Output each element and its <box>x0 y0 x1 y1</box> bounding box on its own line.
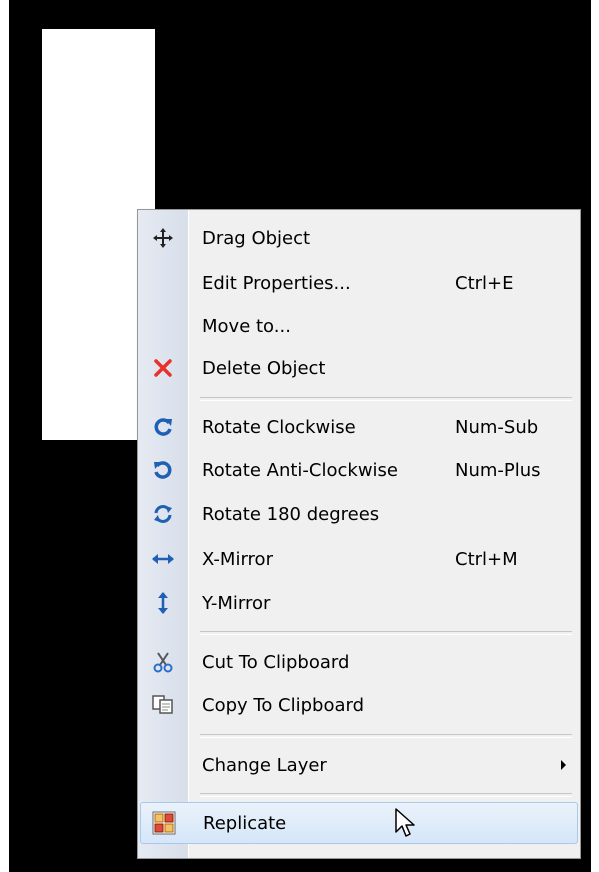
menu-item-label: Edit Properties... <box>202 272 351 294</box>
menu-item-label: Drag Object <box>202 227 311 249</box>
menu-item-delete-object[interactable]: Delete Object <box>140 353 578 383</box>
context-menu: Drag Object Edit Properties... Ctrl+E Mo… <box>137 209 581 859</box>
menu-item-shortcut: Ctrl+E <box>455 272 514 294</box>
menu-item-edit-properties[interactable]: Edit Properties... Ctrl+E <box>140 268 578 298</box>
move-arrows-icon <box>140 223 186 253</box>
menu-item-label: Rotate Anti-Clockwise <box>202 459 399 481</box>
menu-item-label: Move to... <box>202 315 291 337</box>
menu-item-rotate-180[interactable]: Rotate 180 degrees <box>140 499 578 529</box>
menu-separator <box>200 631 572 635</box>
scissors-icon <box>140 647 186 677</box>
menu-item-label: Delete Object <box>202 357 326 379</box>
menu-item-label: Rotate Clockwise <box>202 416 356 438</box>
menu-separator <box>200 397 572 401</box>
menu-item-label: Change Layer <box>202 754 327 776</box>
menu-item-shortcut: Ctrl+M <box>455 548 518 570</box>
y-mirror-icon <box>140 588 186 618</box>
menu-item-replicate[interactable]: Replicate <box>140 802 578 844</box>
menu-separator <box>200 734 572 738</box>
menu-item-label: Y-Mirror <box>202 592 271 614</box>
menu-item-cut-to-clipboard[interactable]: Cut To Clipboard <box>140 647 578 677</box>
menu-separator <box>200 793 572 797</box>
submenu-arrow-icon <box>561 760 566 770</box>
menu-item-drag-object[interactable]: Drag Object <box>140 223 578 253</box>
menu-item-label: X-Mirror <box>202 548 273 570</box>
rotate-anticlockwise-icon <box>140 455 186 485</box>
menu-item-shortcut: Num-Sub <box>455 416 539 438</box>
delete-x-icon <box>140 353 186 383</box>
menu-item-label: Cut To Clipboard <box>202 651 350 673</box>
rotate-clockwise-icon <box>140 412 186 442</box>
copy-icon <box>140 690 186 720</box>
menu-item-label: Copy To Clipboard <box>202 694 365 716</box>
menu-item-label: Replicate <box>203 812 287 834</box>
menu-item-shortcut: Num-Plus <box>455 459 541 481</box>
menu-item-move-to[interactable]: Move to... <box>140 311 578 341</box>
rotate-180-icon <box>140 499 186 529</box>
menu-item-change-layer[interactable]: Change Layer <box>140 750 578 780</box>
menu-item-label: Rotate 180 degrees <box>202 503 380 525</box>
menu-item-rotate-clockwise[interactable]: Rotate Clockwise Num-Sub <box>140 412 578 442</box>
menu-item-y-mirror[interactable]: Y-Mirror <box>140 588 578 618</box>
menu-item-rotate-anticlockwise[interactable]: Rotate Anti-Clockwise Num-Plus <box>140 455 578 485</box>
replicate-icon <box>141 803 187 843</box>
menu-item-x-mirror[interactable]: X-Mirror Ctrl+M <box>140 544 578 574</box>
mouse-pointer-icon <box>395 808 417 842</box>
x-mirror-icon <box>140 544 186 574</box>
menu-item-copy-to-clipboard[interactable]: Copy To Clipboard <box>140 690 578 720</box>
